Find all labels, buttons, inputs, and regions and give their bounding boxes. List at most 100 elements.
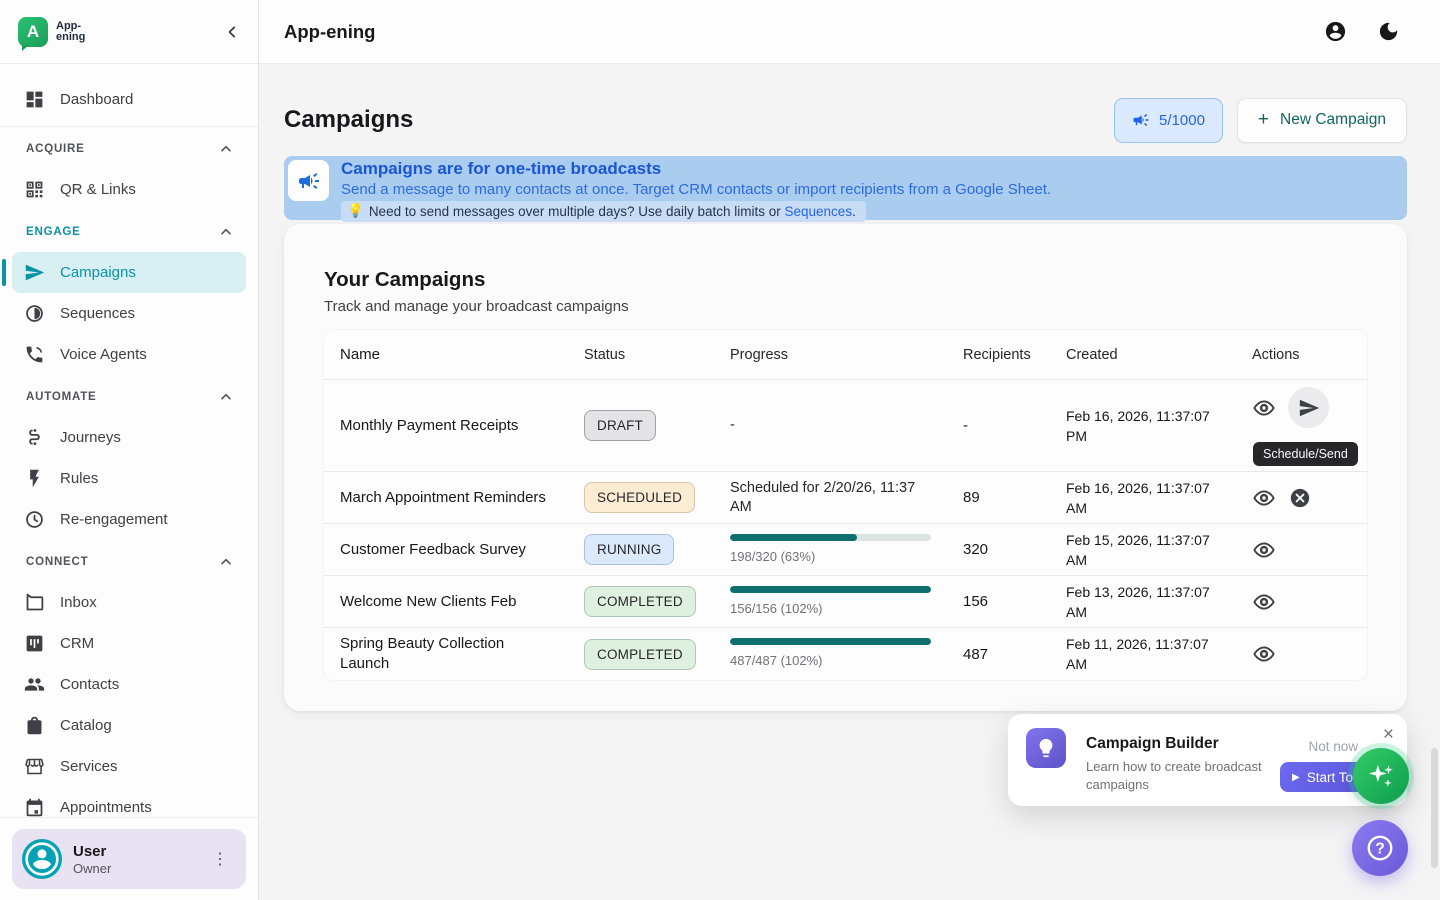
table-row: Monthly Payment Receipts DRAFT - - Feb 1…	[324, 380, 1367, 472]
sidebar-item-dashboard[interactable]: Dashboard	[12, 76, 246, 122]
sidebar-item-label: Inbox	[60, 594, 97, 611]
created-date: Feb 16, 2026, 11:37:07 PM	[1066, 406, 1242, 446]
actions-cell: Schedule/Send	[1242, 380, 1367, 428]
actions-cell	[1242, 538, 1367, 562]
sidebar-item-voice-agents[interactable]: Voice Agents	[12, 334, 246, 375]
created-date: Feb 15, 2026, 11:37:07 AM	[1066, 530, 1242, 570]
status-badge: RUNNING	[584, 534, 674, 565]
view-eye-button[interactable]	[1252, 396, 1276, 420]
banner-tip-text: Need to send messages over multiple days…	[369, 204, 856, 219]
sidebar-section-engage[interactable]: ENGAGE	[12, 212, 246, 252]
banner-body: Send a message to many contacts at once.…	[341, 181, 1407, 198]
sidebar-section-connect[interactable]: CONNECT	[12, 542, 246, 582]
info-banner: Campaigns are for one-time broadcasts Se…	[284, 156, 1407, 220]
sidebar-collapse-button[interactable]	[222, 22, 242, 42]
view-eye-button[interactable]	[1252, 538, 1276, 562]
page-header: Campaigns 5/1000 + New Campaign	[284, 97, 1407, 143]
logo-text-line2: ening	[56, 32, 85, 43]
col-header-actions: Actions	[1242, 347, 1367, 363]
recipients-count: 320	[963, 541, 1066, 558]
progress-cell: Scheduled for 2/20/26, 11:37 AM	[730, 479, 963, 517]
progress-caption: 198/320 (63%)	[730, 547, 931, 566]
new-campaign-button[interactable]: + New Campaign	[1237, 98, 1407, 143]
logo-text: App- ening	[56, 21, 85, 43]
chevron-up-icon	[218, 141, 234, 157]
popup-title: Campaign Builder	[1086, 735, 1219, 753]
not-now-button[interactable]: Not now	[1308, 739, 1358, 754]
sidebar-item-campaigns[interactable]: Campaigns	[12, 252, 246, 293]
user-card[interactable]: User Owner ⋮	[12, 829, 246, 889]
progress-cell: 198/320 (63%)	[730, 534, 963, 566]
scrollbar-thumb[interactable]	[1431, 748, 1438, 868]
recipients-count: 156	[963, 593, 1066, 610]
phone-icon	[24, 344, 45, 365]
sidebar-item-journeys[interactable]: Journeys	[12, 417, 246, 458]
journeys-route-icon	[24, 427, 45, 448]
status-badge: DRAFT	[584, 410, 656, 441]
campaign-quota-badge[interactable]: 5/1000	[1114, 98, 1223, 143]
banner-title: Campaigns are for one-time broadcasts	[341, 159, 1407, 179]
sidebar-section-acquire[interactable]: ACQUIRE	[12, 129, 246, 169]
section-subtitle: Track and manage your broadcast campaign…	[324, 298, 1367, 315]
more-options-icon[interactable]: ⋮	[204, 845, 236, 873]
table-row: Spring Beauty Collection Launch COMPLETE…	[324, 628, 1367, 680]
dark-mode-moon-icon[interactable]	[1377, 20, 1400, 43]
campaign-builder-popup: Campaign Builder Learn how to create bro…	[1008, 714, 1407, 806]
sidebar-section-automate[interactable]: AUTOMATE	[12, 377, 246, 417]
col-header-recipients: Recipients	[963, 347, 1066, 363]
view-eye-button[interactable]	[1252, 590, 1276, 614]
account-circle-icon[interactable]	[1324, 20, 1347, 43]
schedule-send-button[interactable]	[1288, 387, 1329, 428]
sidebar-item-label: Voice Agents	[60, 346, 147, 363]
sidebar-item-label: QR & Links	[60, 181, 136, 198]
created-date: Feb 13, 2026, 11:37:07 AM	[1066, 582, 1242, 622]
sidebar-item-qr-links[interactable]: QR & Links	[12, 169, 246, 210]
sidebar-item-label: Sequences	[60, 305, 135, 322]
lightning-bolt-icon	[24, 468, 45, 489]
sequences-link[interactable]: Sequences	[785, 204, 853, 219]
progress-bar	[730, 638, 931, 645]
sidebar-item-inbox[interactable]: Inbox	[12, 582, 246, 623]
help-fab[interactable]: ?	[1352, 820, 1408, 876]
svg-text:?: ?	[1375, 841, 1385, 858]
col-header-created: Created	[1066, 347, 1242, 363]
sidebar-item-appointments[interactable]: Appointments	[12, 787, 246, 817]
campaigns-card: Your Campaigns Track and manage your bro…	[284, 224, 1407, 711]
person-icon	[22, 839, 62, 879]
sidebar-item-services[interactable]: Services	[12, 746, 246, 787]
table-row: March Appointment Reminders SCHEDULED Sc…	[324, 472, 1367, 524]
popup-body: Learn how to create broadcast campaigns	[1086, 758, 1271, 794]
sidebar: A App- ening Dashboard ACQUIRE QR & Link…	[0, 0, 259, 900]
sidebar-item-label: CRM	[60, 635, 94, 652]
actions-cell	[1242, 486, 1367, 510]
sidebar-item-label: Services	[60, 758, 118, 775]
col-header-name: Name	[324, 345, 584, 365]
campaigns-table: Name Status Progress Recipients Created …	[324, 330, 1367, 680]
section-label-text: ENGAGE	[26, 226, 81, 238]
ai-assistant-fab[interactable]	[1353, 748, 1409, 804]
shopping-bag-icon	[24, 715, 45, 736]
storefront-icon	[24, 756, 45, 777]
campaign-name: Monthly Payment Receipts	[324, 416, 584, 436]
play-icon: ▶	[1292, 772, 1300, 783]
plus-icon: +	[1258, 109, 1269, 131]
view-eye-button[interactable]	[1252, 486, 1276, 510]
sidebar-item-rules[interactable]: Rules	[12, 458, 246, 499]
chevron-up-icon	[218, 554, 234, 570]
chevron-up-icon	[218, 224, 234, 240]
quota-count: 5/1000	[1159, 112, 1205, 129]
close-icon[interactable]: ×	[1383, 726, 1394, 744]
section-title: Your Campaigns	[324, 268, 1367, 292]
user-name: User	[73, 843, 111, 860]
sidebar-item-crm[interactable]: CRM	[12, 623, 246, 664]
cancel-x-button[interactable]	[1288, 486, 1312, 510]
user-role: Owner	[73, 861, 111, 876]
send-icon	[1298, 397, 1320, 419]
sidebar-item-sequences[interactable]: Sequences	[12, 293, 246, 334]
sidebar-item-contacts[interactable]: Contacts	[12, 664, 246, 705]
table-header-row: Name Status Progress Recipients Created …	[324, 330, 1367, 380]
view-eye-button[interactable]	[1252, 642, 1276, 666]
sidebar-item-catalog[interactable]: Catalog	[12, 705, 246, 746]
sidebar-item-reengagement[interactable]: Re-engagement	[12, 499, 246, 540]
progress-bar	[730, 534, 931, 541]
